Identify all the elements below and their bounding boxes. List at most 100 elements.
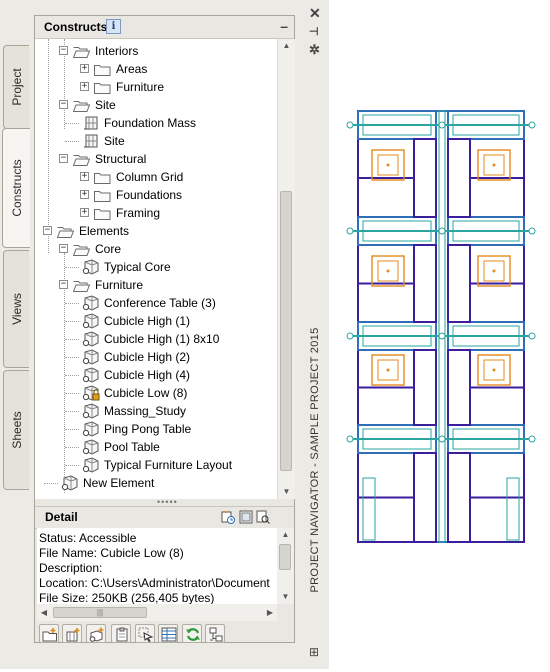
scroll-up-arrow[interactable]: ▲ <box>278 39 295 53</box>
tree-item-areas[interactable]: + Areas <box>35 60 277 78</box>
detail-description: Description: <box>39 561 103 575</box>
detail-file-name: File Name: Cubicle Low (8) <box>39 546 184 560</box>
detail-scroll-up[interactable]: ▲ <box>277 528 294 542</box>
tree-item-label: Furniture <box>116 80 165 94</box>
tree-item-framing[interactable]: + Framing <box>35 204 277 222</box>
tree-item-cubicle-high-2[interactable]: Cubicle High (2) <box>35 348 277 366</box>
tree-item-foundation-mass[interactable]: Foundation Mass <box>35 114 277 132</box>
collapse-toggle[interactable]: − <box>59 100 68 109</box>
detail-scroll-thumb[interactable] <box>279 544 291 570</box>
hscroll-thumb[interactable]: ||| <box>53 607 147 618</box>
folder-icon <box>94 171 111 184</box>
hscroll-left[interactable]: ◀ <box>37 606 51 620</box>
tree-item-site[interactable]: Site <box>35 132 277 150</box>
tree-item-label: Cubicle High (1) 8x10 <box>104 332 220 346</box>
tree-item-label: Pool Table <box>104 440 160 454</box>
properties-icon[interactable]: ⊞ <box>309 645 319 659</box>
tree-item-furniture[interactable]: + Furniture <box>35 78 277 96</box>
clipboard-button[interactable] <box>111 624 131 643</box>
tree-item-pool-table[interactable]: Pool Table <box>35 438 277 456</box>
collapse-toggle[interactable]: − <box>59 280 68 289</box>
bottom-cabinet-right <box>506 477 520 541</box>
scroll-thumb[interactable] <box>280 191 292 471</box>
office-chair-center <box>492 368 496 372</box>
scroll-down-arrow[interactable]: ▼ <box>278 485 295 499</box>
tree-connector <box>65 141 79 142</box>
tree-connector <box>65 411 79 412</box>
expand-toggle[interactable]: + <box>80 208 89 217</box>
tree-item-typical-core[interactable]: Typical Core <box>35 258 277 276</box>
tree-item-cubicle-high-1-8x10[interactable]: Cubicle High (1) 8x10 <box>35 330 277 348</box>
construct-icon <box>82 133 100 149</box>
expand-toggle[interactable]: + <box>80 82 89 91</box>
element-icon <box>82 367 100 383</box>
new-category-button[interactable] <box>39 624 59 643</box>
close-icon[interactable]: ✕ <box>309 5 321 22</box>
constructs-title: Constructs <box>44 20 108 34</box>
collapse-toggle[interactable]: − <box>59 46 68 55</box>
tree-item-cubicle-high-4[interactable]: Cubicle High (4) <box>35 366 277 384</box>
collapse-toggle[interactable]: − <box>59 154 68 163</box>
folder-open-icon <box>72 153 91 166</box>
tree-item-massing-study[interactable]: Massing_Study <box>35 402 277 420</box>
tab-sheets[interactable]: Sheets <box>3 370 29 490</box>
collapse-toggle[interactable]: − <box>59 244 68 253</box>
tree-item-foundations[interactable]: + Foundations <box>35 186 277 204</box>
partition-node <box>438 332 446 340</box>
new-construct-button[interactable] <box>62 624 82 643</box>
tree-item-label: Site <box>95 98 116 112</box>
tree-item-typical-furniture-layout[interactable]: Typical Furniture Layout <box>35 456 277 474</box>
tree-connector <box>65 321 79 322</box>
refresh-button[interactable] <box>182 624 202 643</box>
expand-toggle[interactable]: + <box>80 190 89 199</box>
new-element-button[interactable] <box>86 624 106 643</box>
locked-element-icon <box>82 385 100 401</box>
detail-scroll-down[interactable]: ▼ <box>277 590 294 604</box>
tree-item-column-grid[interactable]: + Column Grid <box>35 168 277 186</box>
tab-constructs[interactable]: Constructs <box>2 128 30 248</box>
select-object-button[interactable] <box>135 624 155 643</box>
minimize-button[interactable]: – <box>280 18 288 34</box>
detail-scrollbar[interactable]: ▲ ▼ <box>277 528 294 604</box>
tree-item-cubicle-high-1[interactable]: Cubicle High (1) <box>35 312 277 330</box>
pin-icon[interactable]: ⊣ <box>309 25 319 38</box>
office-chair-center <box>386 269 390 273</box>
tree-item-elements[interactable]: − Elements <box>35 222 277 240</box>
expand-toggle[interactable]: + <box>80 64 89 73</box>
tab-project[interactable]: Project <box>3 45 29 129</box>
cubicle-partition-left <box>413 349 437 426</box>
detail-hscrollbar[interactable]: ◀ ||| ▶ <box>37 604 277 621</box>
hscroll-right[interactable]: ▶ <box>263 606 277 620</box>
collapse-toggle[interactable]: − <box>43 226 52 235</box>
tree-item-structural[interactable]: − Structural <box>35 150 277 168</box>
properties-grid-button[interactable] <box>158 624 178 643</box>
element-icon <box>61 475 79 491</box>
tree-item-cubicle-low-8[interactable]: Cubicle Low (8) <box>35 384 277 402</box>
tree-item-furniture[interactable]: − Furniture <box>35 276 277 294</box>
tree-item-site[interactable]: − Site <box>35 96 277 114</box>
navigator-toolbar <box>35 622 294 644</box>
tree-item-new-element[interactable]: New Element <box>35 474 277 492</box>
folder-icon <box>94 189 111 202</box>
tree-item-core[interactable]: − Core <box>35 240 277 258</box>
tree-item-ping-pong-table[interactable]: Ping Pong Table <box>35 420 277 438</box>
folder-open-icon <box>72 45 91 58</box>
tree-item-conference-table-3[interactable]: Conference Table (3) <box>35 294 277 312</box>
tree-scrollbar[interactable]: ▲ ▼ <box>277 39 295 499</box>
detail-header: Detail <box>35 506 294 529</box>
floor-plan-drawing <box>330 0 550 669</box>
history-icon[interactable] <box>221 510 235 524</box>
preview-icon[interactable] <box>239 510 253 524</box>
office-chair-center <box>386 163 390 167</box>
repath-button[interactable] <box>205 624 225 643</box>
info-icon[interactable]: i <box>106 19 121 34</box>
zoom-preview-icon[interactable] <box>256 510 270 524</box>
tab-views[interactable]: Views <box>3 250 29 368</box>
constructs-tree[interactable]: − Interiors + Areas + Furniture − Site Foundatio… <box>35 39 277 499</box>
expand-toggle[interactable]: + <box>80 172 89 181</box>
tree-item-label: Interiors <box>95 44 139 58</box>
tree-connector <box>65 267 79 268</box>
settings-icon[interactable]: ✲ <box>309 42 320 58</box>
tree-item-interiors[interactable]: − Interiors <box>35 42 277 60</box>
element-icon <box>82 313 100 329</box>
